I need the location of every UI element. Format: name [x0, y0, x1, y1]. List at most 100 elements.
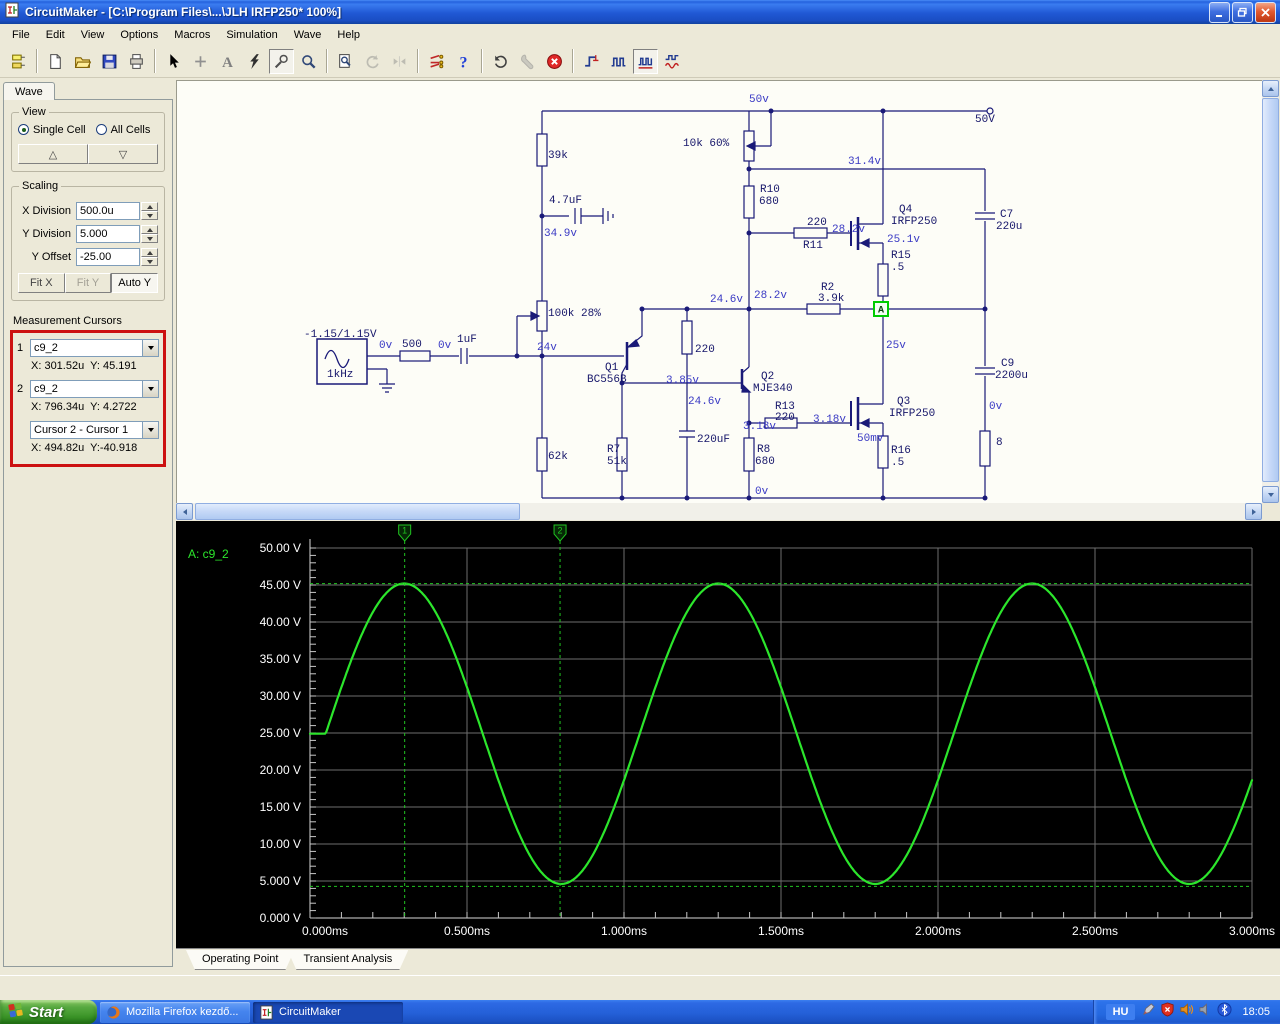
scope-pulse-button[interactable] — [633, 48, 658, 74]
security-shield-tray-icon[interactable] — [1160, 1002, 1175, 1022]
rotate-button[interactable] — [360, 49, 385, 74]
audio-device-tray-icon[interactable] — [1198, 1002, 1213, 1022]
circuitmaker-icon — [260, 1004, 273, 1020]
menu-item-file[interactable]: File — [4, 26, 38, 44]
y-division-label: Y Division — [22, 228, 71, 240]
title-bar[interactable]: CircuitMaker - [C:\Program Files\...\JLH… — [0, 0, 1280, 24]
component-label: C9 — [1001, 358, 1014, 370]
scroll-up-icon[interactable] — [1262, 80, 1279, 97]
radio-single-cell-label: Single Cell — [33, 124, 86, 136]
menu-item-simulation[interactable]: Simulation — [218, 26, 285, 44]
find-button[interactable] — [333, 49, 358, 74]
radio-single-cell[interactable]: Single Cell — [18, 124, 86, 136]
stop-icon — [547, 53, 562, 69]
cursor2-signal-select[interactable]: c9_2 — [30, 380, 159, 398]
print-button[interactable] — [124, 49, 149, 74]
cursor-difference-dropdown-icon[interactable] — [142, 422, 158, 438]
component-label: R16 — [891, 445, 911, 457]
component-label: .5 — [891, 457, 904, 469]
taskbar-clock: 18:05 — [1242, 1006, 1270, 1018]
vertical-scroll-thumb[interactable] — [1262, 98, 1279, 482]
fit-y-button[interactable]: Fit Y — [64, 273, 112, 293]
y-axis-tick-label: 0.000 V — [260, 911, 301, 925]
new-file-button[interactable] — [43, 49, 68, 74]
arrow-tool-button[interactable] — [161, 49, 186, 74]
y-offset-input[interactable]: -25.00 — [76, 248, 140, 266]
wire-tool-button[interactable] — [188, 49, 213, 74]
y-division-spinner[interactable] — [141, 225, 158, 243]
taskbar-task-circuitmaker[interactable]: CircuitMaker — [253, 1001, 403, 1023]
digital-options-button[interactable] — [424, 49, 449, 74]
component-label: 50V — [975, 114, 995, 126]
language-indicator[interactable]: HU — [1105, 1004, 1136, 1020]
scope-square-button[interactable] — [606, 49, 631, 74]
cursor2-dropdown-icon[interactable] — [142, 381, 158, 397]
save-file-button[interactable] — [97, 49, 122, 74]
auto-y-button[interactable]: Auto Y — [111, 273, 159, 293]
tab-operating-point[interactable]: Operating Point — [186, 950, 294, 970]
horizontal-scroll-thumb[interactable] — [195, 503, 520, 520]
delete-tool-button[interactable] — [242, 49, 267, 74]
waveform-plot[interactable]: 50.00 V45.00 V40.00 V35.00 V30.00 V25.00… — [176, 521, 1280, 948]
pen-tray-icon[interactable] — [1141, 1002, 1156, 1022]
mirror-button[interactable] — [387, 49, 412, 74]
open-file-button[interactable] — [70, 49, 95, 74]
component-label: 39k — [548, 150, 568, 162]
menu-item-macros[interactable]: Macros — [166, 26, 218, 44]
scope-step-button[interactable] — [579, 49, 604, 74]
parts-browser-button[interactable] — [6, 49, 31, 74]
menu-item-view[interactable]: View — [73, 26, 113, 44]
menu-item-help[interactable]: Help — [329, 26, 368, 44]
volume-tray-icon[interactable] — [1179, 1002, 1194, 1022]
component-label: IRFP250 — [889, 408, 935, 420]
probe-marker-a[interactable]: A — [873, 301, 889, 317]
component-label: -1.15/1.15V — [304, 329, 377, 341]
schematic-horizontal-scrollbar[interactable] — [176, 503, 1262, 520]
zoom-tool-button[interactable] — [296, 49, 321, 74]
menu-item-edit[interactable]: Edit — [38, 26, 73, 44]
scroll-left-icon[interactable] — [176, 503, 193, 520]
y-division-input[interactable]: 5.000 — [76, 225, 140, 243]
stop-button[interactable] — [542, 49, 567, 74]
probe-tool-button[interactable] — [269, 48, 294, 74]
cursor1-dropdown-icon[interactable] — [142, 340, 158, 356]
component-label: Q3 — [897, 396, 910, 408]
scope-pulse-icon — [638, 57, 653, 69]
text-tool-button[interactable]: A — [215, 49, 240, 74]
help-button[interactable]: ? — [451, 49, 476, 74]
menu-item-options[interactable]: Options — [112, 26, 166, 44]
component-label: 3.9k — [818, 293, 845, 305]
radio-all-cells[interactable]: All Cells — [95, 124, 150, 136]
cell-down-button[interactable]: ▽ — [88, 144, 158, 164]
cursor-difference-select[interactable]: Cursor 2 - Cursor 1 — [30, 421, 159, 439]
scroll-down-icon[interactable] — [1262, 486, 1279, 503]
y-offset-spinner[interactable] — [141, 248, 158, 266]
cursor1-index: 1 — [17, 342, 24, 354]
node-voltage-label: 50v — [749, 94, 769, 106]
schematic-vertical-scrollbar[interactable] — [1262, 80, 1279, 503]
bluetooth-tray-icon[interactable] — [1217, 1002, 1232, 1022]
bottom-strip — [0, 975, 1280, 1000]
close-button[interactable] — [1255, 1, 1276, 23]
minimize-button[interactable] — [1209, 1, 1230, 23]
schematic-canvas[interactable]: 50v 50V 10k 60% 39k 4.7uF 34.9v 31.4v R10 680 Q4 I… — [176, 80, 1262, 503]
restore-button[interactable] — [1232, 1, 1253, 23]
component-label: 220 — [695, 344, 715, 356]
component-label: R10 — [760, 184, 780, 196]
start-button[interactable]: Start — [0, 1000, 97, 1024]
fit-x-button[interactable]: Fit X — [18, 273, 65, 293]
tab-transient-analysis[interactable]: Transient Analysis — [287, 950, 408, 970]
taskbar-task-mozilla[interactable]: Mozilla Firefox kezdő... — [100, 1001, 250, 1023]
menu-item-wave[interactable]: Wave — [286, 26, 330, 44]
scope-mixed-button[interactable] — [660, 49, 685, 74]
reset-button[interactable] — [488, 49, 513, 74]
cell-up-button[interactable]: △ — [18, 144, 88, 164]
component-label: IRFP250 — [891, 216, 937, 228]
toolbar-separator — [154, 49, 156, 73]
x-division-input[interactable]: 500.0u — [76, 202, 140, 220]
wrench-button[interactable] — [515, 49, 540, 74]
cursor1-signal-select[interactable]: c9_2 — [30, 339, 159, 357]
tab-wave[interactable]: Wave — [3, 82, 55, 100]
x-division-spinner[interactable] — [141, 202, 158, 220]
scroll-right-icon[interactable] — [1245, 503, 1262, 520]
